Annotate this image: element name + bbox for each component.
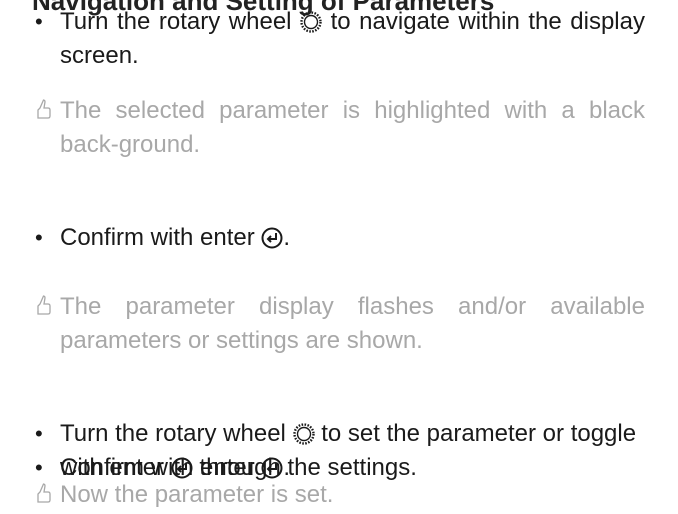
rotary-wheel-icon (292, 423, 315, 445)
step-text: Turn the rotary wheel (60, 8, 292, 35)
result-note-1: The selected parameter is highlighted wi… (35, 94, 645, 162)
result-note-3: Now the parameter is set. (35, 478, 645, 512)
instruction-step-1: • Turn the rotary wheel to navigate with… (35, 5, 645, 73)
result-text: The selected parameter is highlighted wi… (60, 97, 645, 158)
step-text: . (283, 454, 291, 481)
result-text: The parameter display flashes and/or ava… (60, 293, 645, 354)
result-note-2: The parameter display flashes and/or ava… (35, 290, 645, 358)
bullet: • (35, 225, 43, 250)
rotary-wheel-icon (300, 11, 322, 33)
step-text: Turn the rotary wheel (60, 420, 286, 447)
enter-icon (261, 227, 283, 249)
result-text: Now the parameter is set. (60, 481, 334, 508)
step-text: . (283, 224, 291, 251)
instruction-step-2: • Confirm with enter . (35, 221, 645, 255)
step-text: Confirm with enter (60, 224, 255, 251)
thumbs-up-icon (37, 295, 51, 315)
bullet: • (35, 9, 43, 34)
bullet: • (35, 421, 43, 446)
step-text: Confirm with enter (60, 454, 255, 481)
enter-icon (261, 457, 283, 479)
thumbs-up-icon (37, 483, 51, 503)
thumbs-up-icon (37, 99, 51, 119)
